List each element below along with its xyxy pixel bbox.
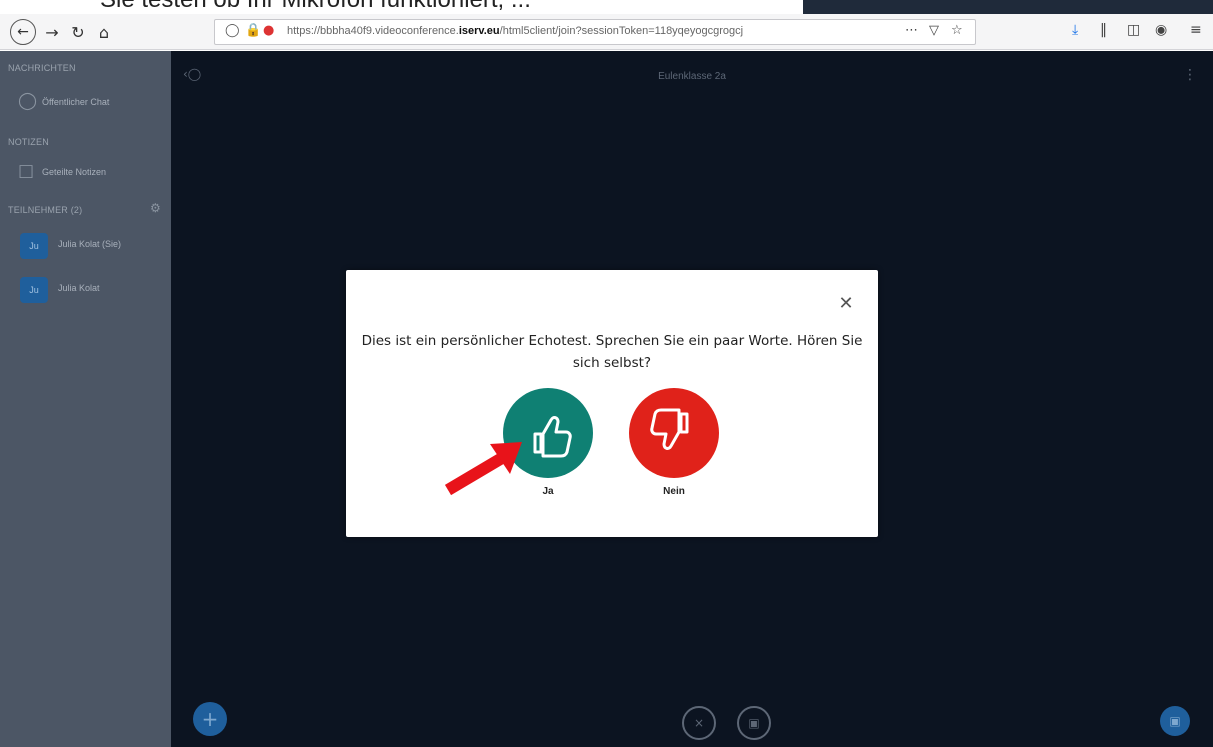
notes-icon: □ (18, 161, 35, 181)
caption-text: Sie testen ob Ihr Mikrofon funktioniert;… (100, 0, 531, 14)
echo-test-modal: ✕ Dies ist ein persönlicher Echotest. Sp… (346, 270, 878, 537)
pocket-icon[interactable]: ▽ (929, 23, 939, 38)
avatar: Ju (20, 233, 48, 259)
camera-button[interactable]: ▣ (737, 706, 771, 740)
more-icon[interactable]: ⋯ (905, 23, 918, 38)
sidebar: NACHRICHTEN ◯ Öffentlicher Chat NOTIZEN … (0, 51, 171, 747)
reload-button[interactable]: ↻ (66, 20, 90, 44)
modal-message: Dies ist ein persönlicher Echotest. Spre… (361, 333, 863, 371)
close-icon[interactable]: ✕ (836, 294, 856, 314)
library-icon[interactable]: ‖ (1100, 22, 1107, 38)
participant-item[interactable]: Ju Julia Kolat (16, 275, 166, 303)
url-domain: iserv.eu (458, 25, 500, 37)
back-button[interactable]: ← (10, 19, 36, 45)
forward-button[interactable]: → (40, 20, 64, 44)
no-button[interactable]: Nein (629, 388, 719, 497)
participant-name: Julia Kolat (58, 283, 100, 293)
url-text: https://bbbha40f9.videoconference.iserv.… (287, 25, 743, 37)
caption-dark-block (803, 0, 1213, 14)
section-messages: NACHRICHTEN (8, 63, 76, 73)
shared-notes-label: Geteilte Notizen (42, 167, 107, 177)
download-icon[interactable]: ⤓ (1072, 22, 1078, 38)
url-bar[interactable]: ◯ 🔒 ● https://bbbha40f9.videoconference.… (214, 19, 976, 45)
url-suffix: /html5client/join?sessionToken=118yqeyog… (499, 25, 744, 37)
audio-button[interactable]: × (682, 706, 716, 740)
participant-name: Julia Kolat (Sie) (58, 239, 122, 249)
thumbs-down-icon (650, 408, 689, 450)
options-menu-icon[interactable]: ⋮ (1183, 67, 1197, 83)
shield-icon[interactable]: ◯ (225, 23, 240, 38)
account-icon[interactable]: ◉ (1155, 22, 1167, 38)
shared-notes-item[interactable]: □ Geteilte Notizen (16, 159, 166, 187)
participant-item[interactable]: Ju Julia Kolat (Sie) (16, 231, 166, 259)
no-circle[interactable] (629, 388, 719, 478)
section-notes: NOTIZEN (8, 137, 49, 147)
microphone-icon[interactable]: ● (263, 23, 274, 38)
public-chat-item[interactable]: ◯ Öffentlicher Chat (16, 89, 166, 117)
section-participants: TEILNEHMER (2) (8, 205, 83, 215)
public-chat-label: Öffentlicher Chat (42, 97, 110, 107)
red-arrow-annotation (444, 442, 522, 496)
meeting-title: Eulenklasse 2a (658, 71, 726, 82)
actions-plus-button[interactable]: + (193, 702, 227, 736)
menu-icon[interactable]: ≡ (1190, 22, 1202, 38)
lock-icon[interactable]: 🔒 (245, 23, 261, 38)
no-label: Nein (663, 486, 685, 497)
chat-icon: ◯ (18, 91, 38, 111)
avatar: Ju (20, 277, 48, 303)
bookmark-star-icon[interactable]: ☆ (951, 23, 963, 38)
home-button[interactable]: ⌂ (92, 20, 116, 44)
browser-toolbar: ← → ↻ ⌂ ◯ 🔒 ● https://bbbha40f9.videocon… (0, 14, 1213, 50)
caption-strip: Sie testen ob Ihr Mikrofon funktioniert;… (0, 0, 1213, 14)
url-prefix: https://bbbha40f9.videoconference. (287, 25, 459, 37)
gear-icon[interactable]: ⚙ (150, 201, 161, 215)
screenshare-button[interactable]: ▣ (1160, 706, 1190, 736)
sidebar-icon[interactable]: ◫ (1127, 22, 1140, 38)
